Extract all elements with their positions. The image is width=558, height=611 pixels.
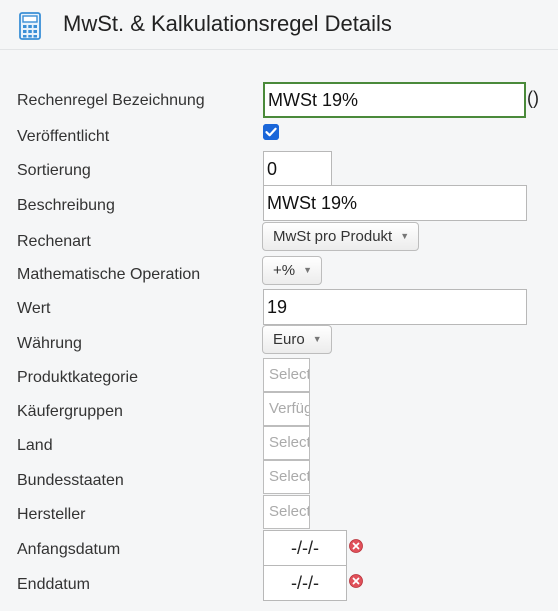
end-date-label: Enddatum [17,576,90,593]
math-op-value: +% [273,262,296,279]
calculator-icon [19,12,41,40]
description-input[interactable]: MWSt 19% [263,185,527,221]
clear-icon[interactable] [349,539,363,553]
currency-label: Währung [17,335,82,352]
chevron-down-icon: ▼ [400,231,410,241]
currency-value: Euro [273,331,305,348]
start-date-label: Anfangsdatum [17,541,121,558]
rule-name-label: Rechenregel Bezeichnung [17,92,205,109]
ordering-input[interactable]: 0 [263,151,332,187]
value-label: Wert [17,300,51,317]
published-label: Veröffentlicht [17,128,110,145]
states-select[interactable]: Select [263,460,310,494]
manufacturer-select[interactable]: Select [263,495,310,529]
calc-kind-value: MwSt pro Produkt [273,228,393,245]
published-checkbox[interactable] [263,124,279,140]
page-header: MwSt. & Kalkulationsregel Details [0,0,558,50]
math-op-label: Mathematische Operation [17,266,201,283]
calc-kind-label: Rechenart [17,233,91,250]
states-label: Bundesstaaten [17,472,124,489]
currency-select[interactable]: Euro ▼ [262,325,332,354]
calc-kind-select[interactable]: MwSt pro Produkt ▼ [262,222,420,251]
end-date-input[interactable]: -/-/- [263,565,347,601]
country-label: Land [17,437,53,454]
product-category-label: Produktkategorie [17,369,138,386]
manufacturer-label: Hersteller [17,506,86,523]
description-label: Beschreibung [17,197,115,214]
shopper-groups-select[interactable]: Verfügbar [263,392,310,426]
clear-icon[interactable] [349,574,363,588]
country-select[interactable]: Select [263,426,310,460]
ordering-label: Sortierung [17,162,91,179]
math-op-select[interactable]: +% ▼ [262,256,323,285]
start-date-input[interactable]: -/-/- [263,530,347,566]
chevron-down-icon: ▼ [303,265,313,275]
page-title: MwSt. & Kalkulationsregel Details [63,11,392,36]
value-input[interactable]: 19 [263,289,527,325]
shopper-groups-label: Käufergruppen [17,403,123,420]
rule-name-suffix: () [527,88,539,108]
product-category-select[interactable]: Select [263,358,310,392]
rule-name-input[interactable]: MWSt 19% [263,82,526,118]
chevron-down-icon: ▼ [312,334,322,344]
